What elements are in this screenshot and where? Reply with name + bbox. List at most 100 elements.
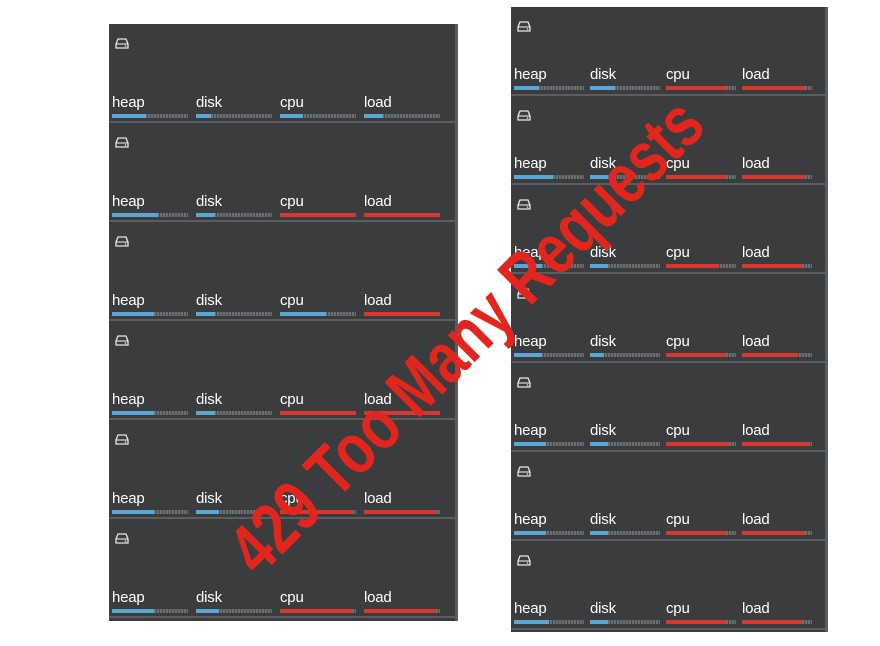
metric-bar-fill-heap xyxy=(514,175,553,179)
node-row[interactable]: heap disk cpu load xyxy=(511,452,825,541)
metric-bar-cpu xyxy=(666,353,736,357)
metric-bar-load xyxy=(742,86,812,90)
drive-icon xyxy=(517,199,531,210)
metric-bar-fill-disk xyxy=(590,620,608,624)
metric-bar-fill-load xyxy=(742,531,805,535)
metric-bar-fill-disk xyxy=(590,442,608,446)
metric-bar-load xyxy=(742,442,812,446)
metric-bar-fill-cpu xyxy=(666,264,719,268)
metric-label-cpu: cpu xyxy=(280,589,304,606)
metric-label-load: load xyxy=(364,292,392,309)
metric-label-cpu: cpu xyxy=(666,66,690,83)
metric-bar-fill-load xyxy=(364,114,383,118)
metric-label-load: load xyxy=(742,511,770,528)
node-row[interactable]: heap disk cpu load xyxy=(109,24,455,123)
node-row[interactable]: heap disk cpu load xyxy=(511,7,825,96)
metric-bar-cpu xyxy=(666,264,736,268)
metric-bar-disk xyxy=(590,86,660,90)
metric-bar-fill-disk xyxy=(590,531,608,535)
metric-bar-load xyxy=(742,175,812,179)
drive-icon xyxy=(115,533,129,544)
metric-label-disk: disk xyxy=(590,155,616,172)
metric-bar-disk xyxy=(196,609,272,613)
metric-bar-fill-disk xyxy=(590,175,608,179)
metric-bar-cpu xyxy=(666,175,736,179)
metric-bar-fill-heap xyxy=(514,86,539,90)
drive-icon xyxy=(517,288,531,299)
node-row[interactable]: heap disk cpu load xyxy=(109,519,455,618)
metric-label-heap: heap xyxy=(112,391,145,408)
metric-bar-fill-cpu xyxy=(280,411,356,415)
metric-label-load: load xyxy=(364,193,392,210)
node-row[interactable]: heap disk cpu load xyxy=(511,274,825,363)
node-row[interactable]: heap disk cpu load xyxy=(511,185,825,274)
cluster-panel-right: heap disk cpu load heap disk cpu load heap disk cp… xyxy=(511,7,828,632)
metric-bar-fill-disk xyxy=(590,86,615,90)
node-row[interactable]: heap disk cpu load xyxy=(511,541,825,630)
metric-label-heap: heap xyxy=(112,490,145,507)
metric-label-disk: disk xyxy=(590,511,616,528)
metric-bar-fill-heap xyxy=(514,264,542,268)
metric-label-disk: disk xyxy=(196,292,222,309)
metric-bar-heap xyxy=(112,213,188,217)
node-row[interactable]: heap disk cpu load xyxy=(109,321,455,420)
metric-label-cpu: cpu xyxy=(280,94,304,111)
node-row[interactable]: heap disk cpu load xyxy=(511,96,825,185)
metric-bar-fill-load xyxy=(742,175,805,179)
metric-bar-disk xyxy=(590,175,660,179)
metric-label-heap: heap xyxy=(112,94,145,111)
metric-bar-cpu xyxy=(280,114,356,118)
metric-bar-fill-disk xyxy=(196,510,219,514)
metric-label-heap: heap xyxy=(112,292,145,309)
metric-bar-fill-disk xyxy=(196,114,212,118)
metric-bar-fill-disk xyxy=(196,312,215,316)
metric-bar-fill-cpu xyxy=(666,531,726,535)
metric-label-disk: disk xyxy=(590,244,616,261)
drive-icon xyxy=(115,137,129,148)
metric-bar-fill-load xyxy=(364,312,440,316)
metric-bar-disk xyxy=(590,620,660,624)
metric-bar-cpu xyxy=(666,531,736,535)
metric-bar-heap xyxy=(514,442,584,446)
metric-label-disk: disk xyxy=(196,589,222,606)
metric-bar-heap xyxy=(112,411,188,415)
metric-bar-fill-disk xyxy=(196,411,215,415)
drive-icon xyxy=(517,21,531,32)
drive-icon xyxy=(115,335,129,346)
node-row[interactable]: heap disk cpu load xyxy=(109,420,455,519)
metric-label-cpu: cpu xyxy=(280,391,304,408)
node-row[interactable]: heap disk cpu load xyxy=(109,123,455,222)
metric-bar-load xyxy=(742,264,812,268)
metric-bar-fill-heap xyxy=(514,531,546,535)
drive-icon xyxy=(517,466,531,477)
node-row[interactable]: heap disk cpu load xyxy=(109,222,455,321)
metric-label-load: load xyxy=(742,66,770,83)
metric-bar-fill-load xyxy=(364,411,440,415)
drive-icon xyxy=(517,110,531,121)
metric-label-load: load xyxy=(742,155,770,172)
node-row[interactable]: heap disk cpu load xyxy=(511,363,825,452)
metric-bar-fill-cpu xyxy=(280,114,303,118)
metric-bar-load xyxy=(364,609,440,613)
metric-bar-fill-heap xyxy=(112,411,154,415)
metric-bar-heap xyxy=(112,609,188,613)
metric-bar-disk xyxy=(590,531,660,535)
metric-label-cpu: cpu xyxy=(666,333,690,350)
metric-label-cpu: cpu xyxy=(280,292,304,309)
metric-label-heap: heap xyxy=(514,333,547,350)
metric-bar-cpu xyxy=(280,312,356,316)
metric-label-cpu: cpu xyxy=(280,193,304,210)
metric-bar-fill-disk xyxy=(590,353,604,357)
metric-label-heap: heap xyxy=(514,600,547,617)
metric-label-heap: heap xyxy=(514,66,547,83)
drive-icon xyxy=(115,236,129,247)
metric-bar-fill-cpu xyxy=(666,620,726,624)
metric-label-disk: disk xyxy=(196,391,222,408)
metric-bar-load xyxy=(742,531,812,535)
metric-bar-load xyxy=(364,510,440,514)
metric-bar-fill-disk xyxy=(196,609,219,613)
drive-icon xyxy=(115,434,129,445)
drive-icon xyxy=(517,555,531,566)
metric-bar-cpu xyxy=(666,620,736,624)
metric-bar-fill-cpu xyxy=(280,510,353,514)
